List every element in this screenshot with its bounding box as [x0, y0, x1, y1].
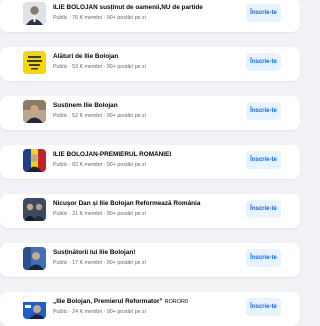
group-title[interactable]: Alături de Ilie Bolojan	[53, 53, 243, 60]
blue-banner-icon[interactable]	[23, 296, 46, 319]
group-title[interactable]: Susținătorii lui Ilie Bolojan!	[53, 249, 243, 256]
group-card[interactable]: Alături de Ilie Bolojan Public · 53 K me…	[0, 47, 300, 81]
portrait-icon[interactable]	[23, 100, 46, 123]
group-title[interactable]: Susținem Ilie Bolojan	[53, 102, 243, 109]
group-title[interactable]: Nicușor Dan și Ilie Bolojan Reformează R…	[53, 200, 243, 207]
portrait-icon[interactable]	[23, 247, 46, 270]
group-title[interactable]: ILIE BOLOJAN-PREMIERUL ROMÂNIEI	[53, 151, 243, 158]
join-button[interactable]: Înscrie-te	[246, 53, 281, 71]
group-title[interactable]: ILIE BOLOJAN susținut de oamenii,NU de p…	[53, 4, 243, 11]
group-card[interactable]: „Ilie Bolojan, Premierul Reformator” ROR…	[0, 292, 300, 326]
group-meta: Public · 52 K membri · 90+ postări pe zi	[53, 113, 146, 119]
group-meta: Public · 53 K membri · 90+ postări pe zi	[53, 64, 146, 70]
join-button[interactable]: Înscrie-te	[246, 102, 281, 120]
join-button[interactable]: Înscrie-te	[246, 200, 281, 218]
yellow-banner-icon[interactable]	[23, 51, 46, 74]
group-card[interactable]: Nicușor Dan și Ilie Bolojan Reformează R…	[0, 194, 300, 228]
group-meta: Public · 82 K membri · 90+ postări pe zi	[53, 162, 146, 168]
join-button[interactable]: Înscrie-te	[246, 298, 281, 316]
group-meta: Public · 24 K membri · 90+ postări pe zi	[53, 309, 146, 315]
group-card[interactable]: Susținătorii lui Ilie Bolojan! Public · …	[0, 243, 300, 277]
portrait-icon[interactable]	[23, 2, 46, 25]
group-card[interactable]: Susținem Ilie Bolojan Public · 52 K memb…	[0, 96, 300, 130]
flag-portrait-icon[interactable]	[23, 149, 46, 172]
join-button[interactable]: Înscrie-te	[246, 151, 281, 169]
join-button[interactable]: Înscrie-te	[246, 249, 281, 267]
two-people-icon[interactable]	[23, 198, 46, 221]
group-meta: Public · 76 K membri · 90+ postări pe zi	[53, 15, 146, 21]
group-card[interactable]: ILIE BOLOJAN-PREMIERUL ROMÂNIEI Public ·…	[0, 145, 300, 179]
group-card[interactable]: ILIE BOLOJAN susținut de oamenii,NU de p…	[0, 0, 300, 32]
group-meta: Public · 17 K membri · 90+ postări pe zi	[53, 260, 146, 266]
join-button[interactable]: Înscrie-te	[246, 4, 281, 22]
group-title[interactable]: „Ilie Bolojan, Premierul Reformator” ROR…	[53, 298, 243, 305]
group-meta: Public · 31 K membri · 90+ postări pe zi	[53, 211, 146, 217]
